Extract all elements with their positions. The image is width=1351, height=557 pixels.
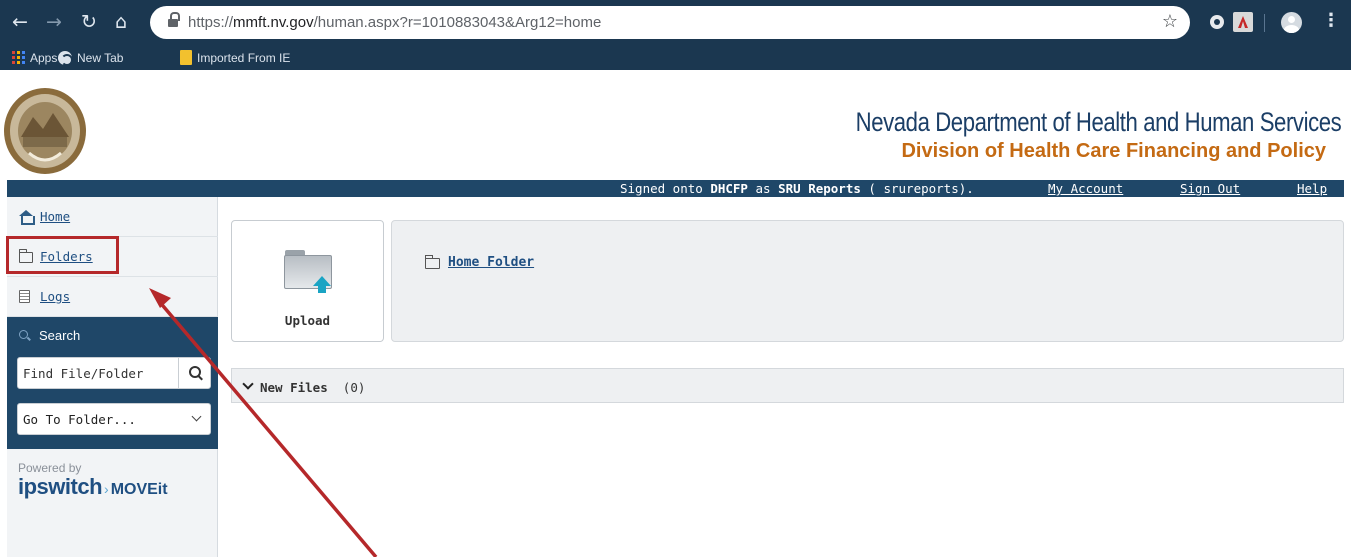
- forward-icon[interactable]: →: [42, 10, 66, 34]
- sidebar-item-label[interactable]: Home: [40, 209, 70, 224]
- nevada-state-seal-logo: [4, 88, 86, 174]
- new-files-section[interactable]: New Files (0): [231, 368, 1344, 403]
- department-title: Nevada Department of Health and Human Se…: [855, 107, 1341, 137]
- powered-by-label: Powered by: [18, 461, 82, 475]
- sidebar-item-home[interactable]: Home: [7, 197, 218, 237]
- bookmark-star-icon[interactable]: ☆: [1162, 11, 1178, 32]
- annotation-highlight-box: [6, 236, 119, 274]
- toolbar-divider: [1264, 14, 1265, 32]
- brand-arrow-icon: ›: [104, 481, 109, 497]
- sidebar-item-logs[interactable]: Logs: [7, 277, 218, 317]
- find-file-folder-input[interactable]: [18, 358, 178, 388]
- bookmark-apps[interactable]: Apps: [12, 49, 57, 66]
- chevron-down-icon: [191, 411, 202, 422]
- search-submit-icon[interactable]: [178, 358, 210, 388]
- back-icon[interactable]: ←: [8, 10, 32, 34]
- go-to-folder-label: Go To Folder...: [23, 412, 136, 427]
- signed-in-status: Signed onto DHCFP as SRU Reports ( srure…: [620, 181, 974, 196]
- search-panel-header: Search: [19, 328, 80, 343]
- brand-moveit: MOVEit: [110, 481, 168, 498]
- ipswitch-moveit-logo: ipswitch › MOVEit: [18, 474, 168, 500]
- logs-icon: [19, 290, 30, 303]
- brand-ipswitch: ipswitch: [18, 474, 103, 499]
- profile-avatar-icon[interactable]: [1281, 12, 1302, 33]
- apps-grid-icon: [12, 51, 25, 64]
- home-browser-icon[interactable]: ⌂: [109, 10, 133, 34]
- new-files-label: New Files (0): [260, 380, 366, 395]
- search-panel: Search Go To Folder...: [7, 317, 218, 449]
- bookmark-label: New Tab: [77, 50, 124, 65]
- user-status-bar: Signed onto DHCFP as SRU Reports ( srure…: [7, 180, 1344, 197]
- home-icon: [19, 210, 35, 225]
- bookmarks-bar: Apps New Tab Imported From IE: [0, 45, 1351, 70]
- lock-icon: [168, 12, 180, 28]
- reload-icon[interactable]: ↻: [77, 10, 101, 34]
- find-file-folder-box: [17, 357, 211, 389]
- bookmark-folder-icon: [180, 50, 192, 65]
- help-link[interactable]: Help: [1297, 181, 1327, 196]
- extension-circle-icon[interactable]: [1207, 12, 1227, 32]
- bookmark-imported-from-ie[interactable]: Imported From IE: [180, 49, 290, 66]
- bookmark-label: Imported From IE: [197, 50, 291, 65]
- sign-out-link[interactable]: Sign Out: [1180, 181, 1240, 196]
- go-to-folder-select[interactable]: Go To Folder...: [17, 403, 211, 435]
- sidebar-item-label[interactable]: Logs: [40, 289, 70, 304]
- bookmark-label: Apps: [30, 50, 58, 65]
- browser-toolbar: ← → ↻ ⌂ https://mmft.nv.gov/human.aspx?r…: [0, 0, 1351, 45]
- folder-icon: [424, 255, 440, 269]
- search-panel-title: Search: [39, 328, 81, 343]
- search-icon: [19, 329, 31, 342]
- home-folder-link[interactable]: Home Folder: [448, 255, 534, 270]
- chevron-down-icon: [242, 378, 254, 390]
- bookmark-new-tab[interactable]: New Tab: [58, 49, 123, 66]
- home-folder-panel: Home Folder: [391, 220, 1344, 342]
- my-account-link[interactable]: My Account: [1048, 181, 1123, 196]
- upload-button[interactable]: Upload: [231, 220, 384, 342]
- address-bar[interactable]: https://mmft.nv.gov/human.aspx?r=1010883…: [150, 6, 1190, 39]
- pdf-extension-icon[interactable]: [1233, 12, 1253, 32]
- division-title: Division of Health Care Financing and Po…: [901, 140, 1326, 162]
- upload-arrow-stem: [318, 285, 326, 293]
- globe-icon: [58, 50, 73, 66]
- menu-kebab-icon[interactable]: ⋮: [1322, 10, 1340, 31]
- upload-label: Upload: [284, 313, 331, 328]
- url-text[interactable]: https://mmft.nv.gov/human.aspx?r=1010883…: [188, 14, 601, 31]
- site-header: Nevada Department of Health and Human Se…: [0, 70, 1351, 180]
